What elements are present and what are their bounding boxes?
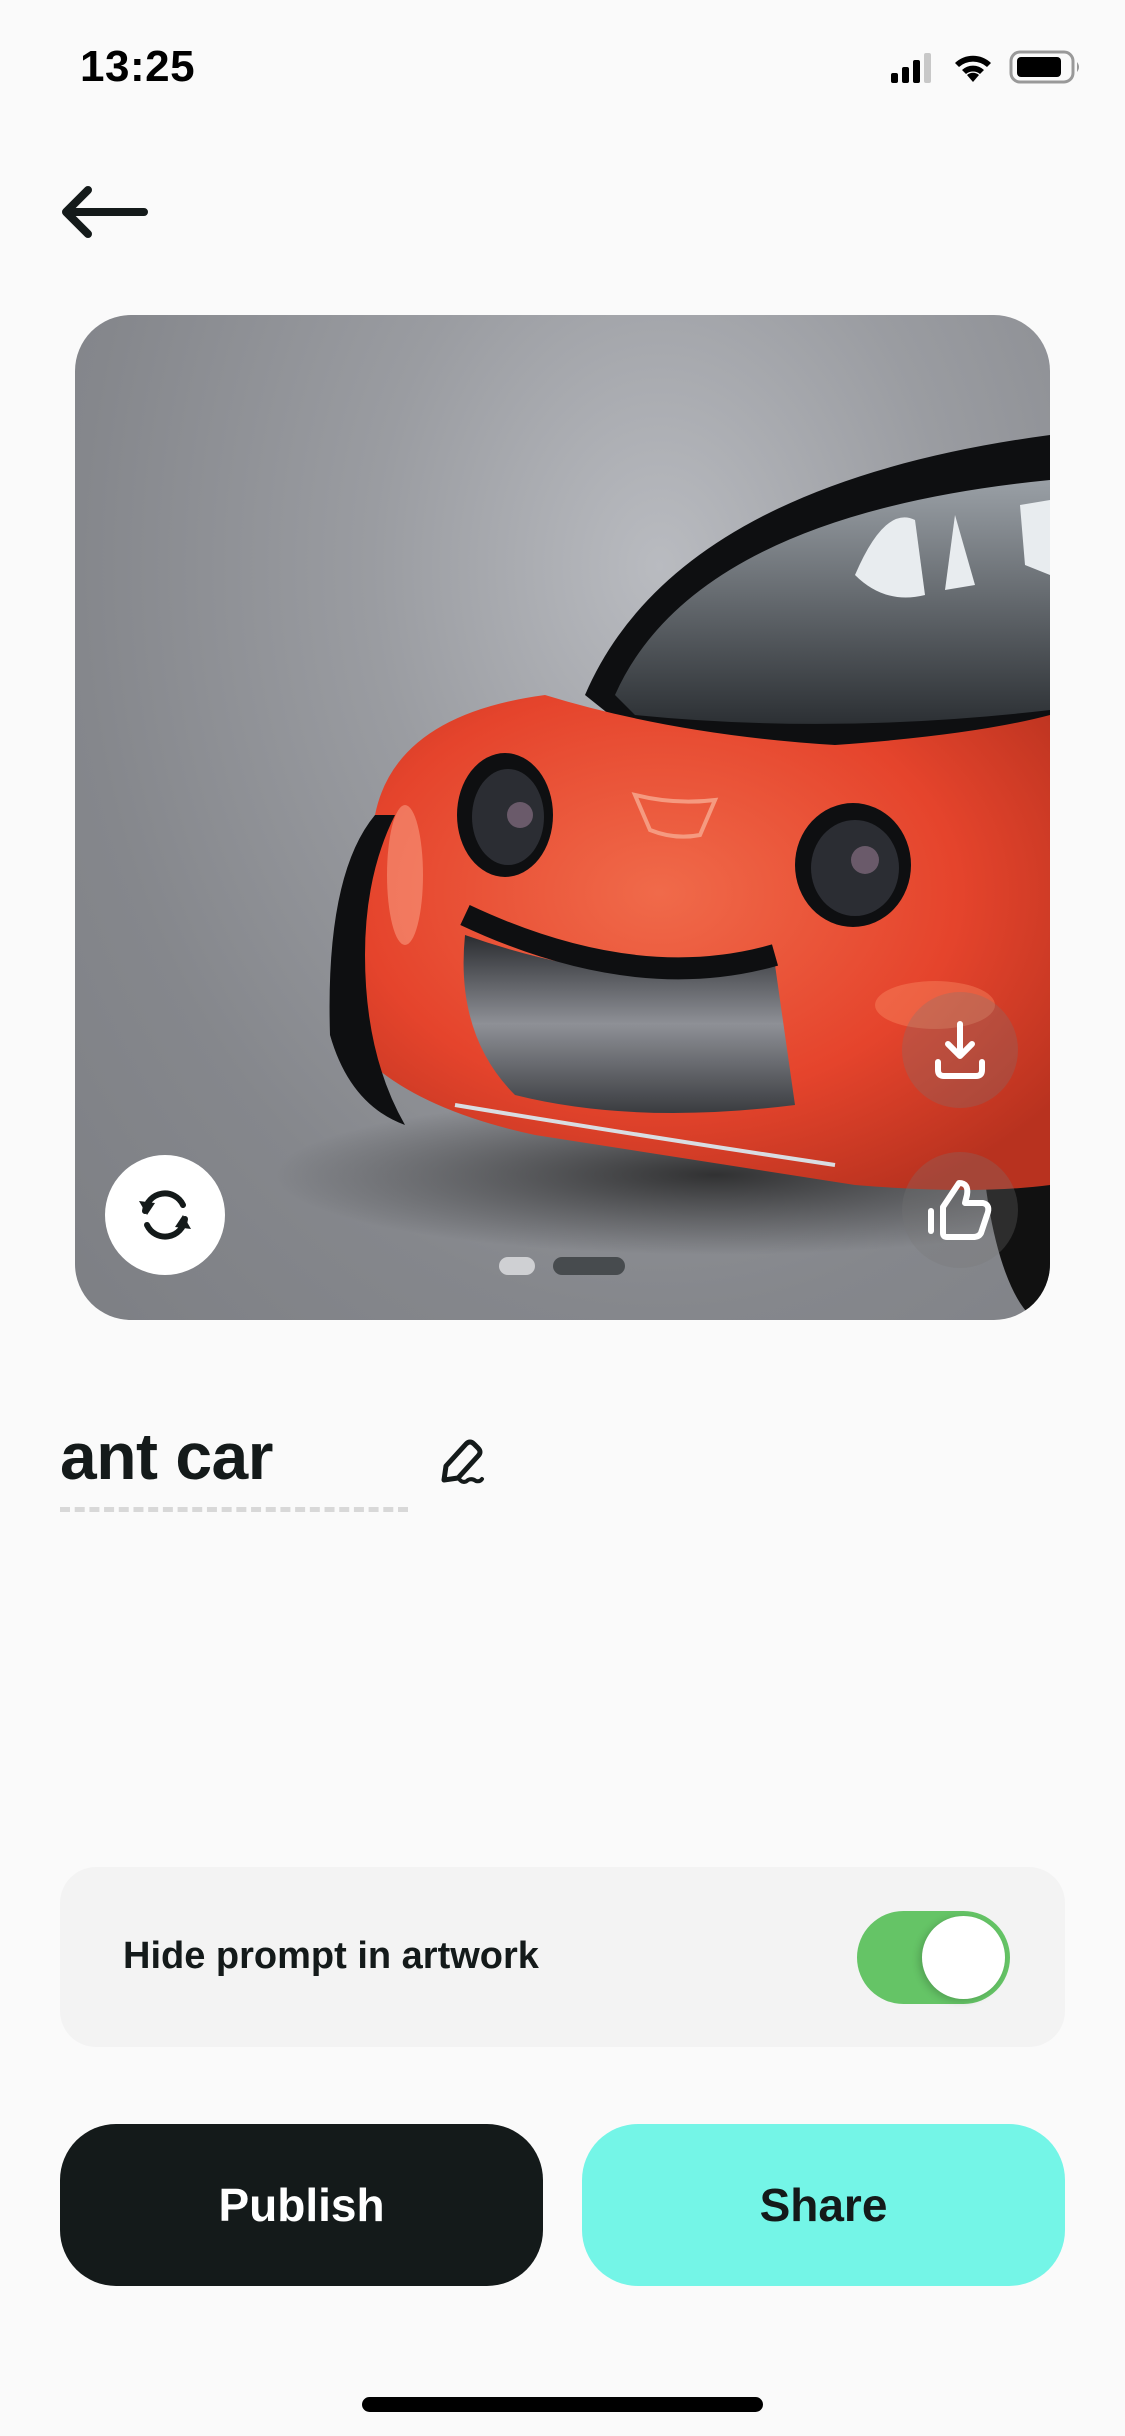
hide-prompt-label: Hide prompt in artwork: [123, 1935, 539, 1977]
back-button[interactable]: [58, 182, 150, 242]
wifi-icon: [955, 55, 991, 82]
status-icons: [889, 50, 1083, 84]
title-underline: [60, 1507, 408, 1512]
regenerate-button[interactable]: [105, 1155, 225, 1275]
edit-title-button[interactable]: [436, 1436, 488, 1488]
cellular-signal-icon: [891, 53, 931, 83]
pencil-icon: [441, 1439, 484, 1484]
like-button[interactable]: [902, 1152, 1018, 1268]
artwork-image[interactable]: [75, 315, 1050, 1320]
artwork-title[interactable]: ant car: [60, 1418, 273, 1494]
download-button[interactable]: [902, 992, 1018, 1108]
publish-button[interactable]: Publish: [60, 2124, 543, 2286]
status-time: 13:25: [80, 42, 196, 91]
thumbs-up-icon: [928, 1180, 992, 1240]
hide-prompt-toggle[interactable]: [857, 1911, 1010, 2004]
arrow-left-icon: [62, 186, 148, 238]
battery-icon: [1009, 50, 1079, 84]
refresh-icon: [139, 1190, 191, 1240]
home-indicator[interactable]: [362, 2397, 763, 2412]
artwork-illustration: [275, 435, 1050, 1320]
toggle-knob: [922, 1916, 1005, 1999]
pagination-dot-1[interactable]: [499, 1257, 535, 1275]
share-button[interactable]: Share: [582, 2124, 1065, 2286]
download-icon: [935, 1021, 985, 1079]
pagination-dot-2-active[interactable]: [553, 1257, 625, 1275]
